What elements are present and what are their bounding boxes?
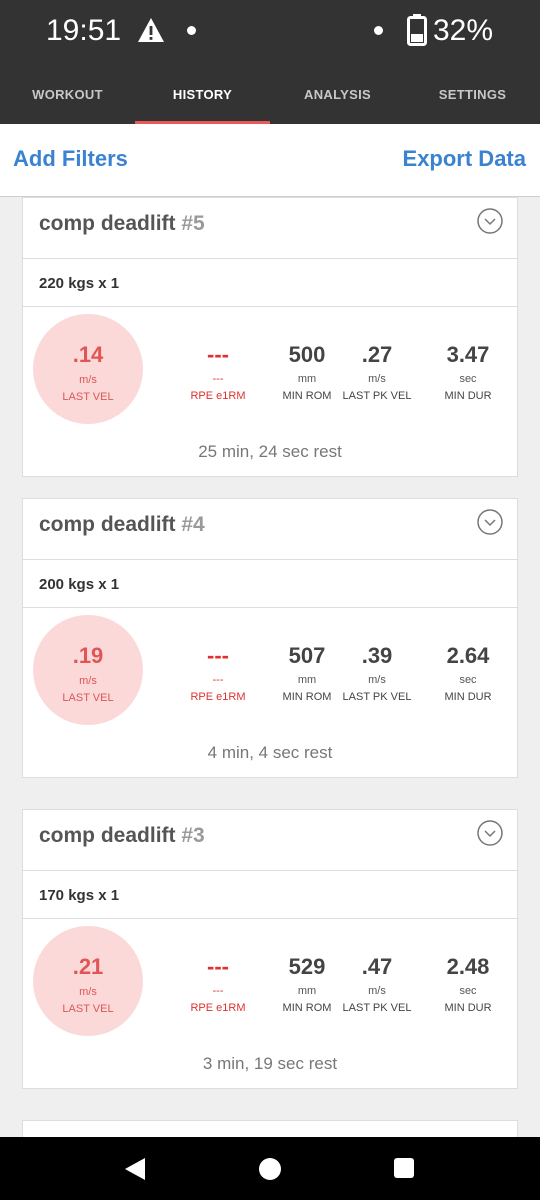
- back-icon[interactable]: [124, 1157, 146, 1181]
- rpe-label: RPE e1RM: [190, 390, 246, 402]
- metrics-row: .19 m/s LAST VEL --- --- RPE e1RM 507 mm…: [23, 608, 517, 739]
- rest-duration: 25 min, 24 sec rest: [198, 442, 342, 461]
- last-pk-vel-metric: .39 m/s LAST PK VEL: [332, 643, 422, 703]
- rpe-e1rm-metric: --- --- RPE e1RM: [173, 342, 263, 402]
- set-summary: 220 kgs x 1: [23, 259, 517, 307]
- last-pk-vel-label: LAST PK VEL: [342, 691, 412, 703]
- battery-icon: [407, 14, 427, 46]
- min-dur-label: MIN DUR: [444, 390, 492, 402]
- chevron-down-icon[interactable]: [477, 820, 503, 846]
- min-dur-unit: sec: [459, 985, 477, 997]
- last-pk-vel-value: .27: [361, 342, 393, 367]
- set-card[interactable]: [22, 1120, 518, 1137]
- last-vel-unit: m/s: [79, 374, 97, 386]
- recents-icon[interactable]: [394, 1158, 414, 1178]
- min-dur-metric: 3.47 sec MIN DUR: [423, 342, 513, 402]
- last-pk-vel-metric: .27 m/s LAST PK VEL: [332, 342, 422, 402]
- set-weight-reps: 220 kgs x 1: [39, 275, 120, 292]
- last-vel-value: .19: [72, 643, 104, 668]
- set-summary: 200 kgs x 1: [23, 560, 517, 608]
- last-vel-unit: m/s: [79, 675, 97, 687]
- min-dur-metric: 2.48 sec MIN DUR: [423, 954, 513, 1014]
- battery-percent: 32%: [433, 14, 494, 47]
- set-card[interactable]: comp deadlift #3 170 kgs x 1 .21 m/s LAS…: [22, 809, 518, 1089]
- last-pk-vel-value: .39: [361, 643, 393, 668]
- last-pk-vel-value: .47: [361, 954, 393, 979]
- tab-workout[interactable]: WORKOUT: [0, 64, 135, 124]
- system-nav-bar: [0, 1137, 540, 1200]
- min-dur-unit: sec: [459, 674, 477, 686]
- rpe-e1rm-metric: --- --- RPE e1RM: [173, 643, 263, 703]
- exercise-title: comp deadlift #5: [39, 212, 205, 235]
- rpe-label: RPE e1RM: [190, 691, 246, 703]
- notification-dot-icon: [187, 26, 196, 35]
- rpe-unit: ---: [212, 985, 224, 997]
- set-card[interactable]: comp deadlift #4 200 kgs x 1 .19 m/s LAS…: [22, 498, 518, 778]
- rpe-value: ---: [207, 954, 229, 979]
- exercise-title: comp deadlift #3: [39, 824, 205, 847]
- set-weight-reps: 170 kgs x 1: [39, 887, 120, 904]
- exercise-title: comp deadlift #4: [39, 513, 205, 536]
- last-pk-vel-unit: m/s: [368, 674, 386, 686]
- set-number: #5: [181, 212, 205, 235]
- card-header[interactable]: comp deadlift #5: [23, 198, 517, 259]
- rest-duration: 3 min, 19 sec rest: [202, 1054, 338, 1073]
- last-velocity-badge: .19 m/s LAST VEL: [33, 615, 143, 725]
- status-time: 19:51: [46, 14, 122, 47]
- tab-analysis[interactable]: ANALYSIS: [270, 64, 405, 124]
- rpe-value: ---: [207, 643, 229, 668]
- tab-bar: WORKOUT HISTORY ANALYSIS SETTINGS: [0, 64, 540, 124]
- last-pk-vel-metric: .47 m/s LAST PK VEL: [332, 954, 422, 1014]
- status-bar: 19:51 32%: [0, 0, 540, 64]
- min-dur-value: 2.64: [446, 643, 490, 668]
- min-dur-value: 3.47: [446, 342, 490, 367]
- last-vel-label: LAST VEL: [62, 692, 114, 704]
- home-icon[interactable]: [259, 1158, 281, 1180]
- history-list[interactable]: comp deadlift #5 220 kgs x 1 .14 m/s LAS…: [0, 197, 540, 1137]
- last-vel-value: .14: [72, 342, 104, 367]
- rpe-label: RPE e1RM: [190, 1002, 246, 1014]
- tab-settings[interactable]: SETTINGS: [405, 64, 540, 124]
- rpe-unit: ---: [212, 674, 224, 686]
- min-dur-metric: 2.64 sec MIN DUR: [423, 643, 513, 703]
- rpe-unit: ---: [212, 373, 224, 385]
- last-vel-unit: m/s: [79, 986, 97, 998]
- last-pk-vel-unit: m/s: [368, 373, 386, 385]
- card-header[interactable]: comp deadlift #4: [23, 499, 517, 560]
- notification-dot-icon: [374, 26, 383, 35]
- metrics-row: .14 m/s LAST VEL --- --- RPE e1RM 500 mm…: [23, 307, 517, 438]
- rest-duration: 4 min, 4 sec rest: [207, 743, 333, 762]
- rpe-value: ---: [207, 342, 229, 367]
- export-data-button[interactable]: Export Data: [403, 146, 526, 172]
- card-header[interactable]: comp deadlift #3: [23, 810, 517, 871]
- set-number: #3: [181, 824, 205, 847]
- last-pk-vel-label: LAST PK VEL: [342, 390, 412, 402]
- last-vel-label: LAST VEL: [62, 1003, 114, 1015]
- add-filters-button[interactable]: Add Filters: [13, 146, 128, 172]
- chevron-down-icon[interactable]: [477, 208, 503, 234]
- rpe-e1rm-metric: --- --- RPE e1RM: [173, 954, 263, 1014]
- min-dur-value: 2.48: [446, 954, 490, 979]
- filter-bar: Add Filters Export Data: [0, 124, 540, 197]
- last-vel-value: .21: [72, 954, 104, 979]
- min-dur-label: MIN DUR: [444, 1002, 492, 1014]
- last-vel-label: LAST VEL: [62, 391, 114, 403]
- tab-history[interactable]: HISTORY: [135, 64, 270, 124]
- last-pk-vel-label: LAST PK VEL: [342, 1002, 412, 1014]
- warning-icon: [138, 18, 164, 42]
- min-dur-unit: sec: [459, 373, 477, 385]
- set-summary: 170 kgs x 1: [23, 871, 517, 919]
- chevron-down-icon[interactable]: [477, 509, 503, 535]
- set-card[interactable]: comp deadlift #5 220 kgs x 1 .14 m/s LAS…: [22, 197, 518, 477]
- set-weight-reps: 200 kgs x 1: [39, 576, 120, 593]
- min-dur-label: MIN DUR: [444, 691, 492, 703]
- last-pk-vel-unit: m/s: [368, 985, 386, 997]
- last-velocity-badge: .21 m/s LAST VEL: [33, 926, 143, 1036]
- metrics-row: .21 m/s LAST VEL --- --- RPE e1RM 529 mm…: [23, 919, 517, 1050]
- last-velocity-badge: .14 m/s LAST VEL: [33, 314, 143, 424]
- set-number: #4: [181, 513, 205, 536]
